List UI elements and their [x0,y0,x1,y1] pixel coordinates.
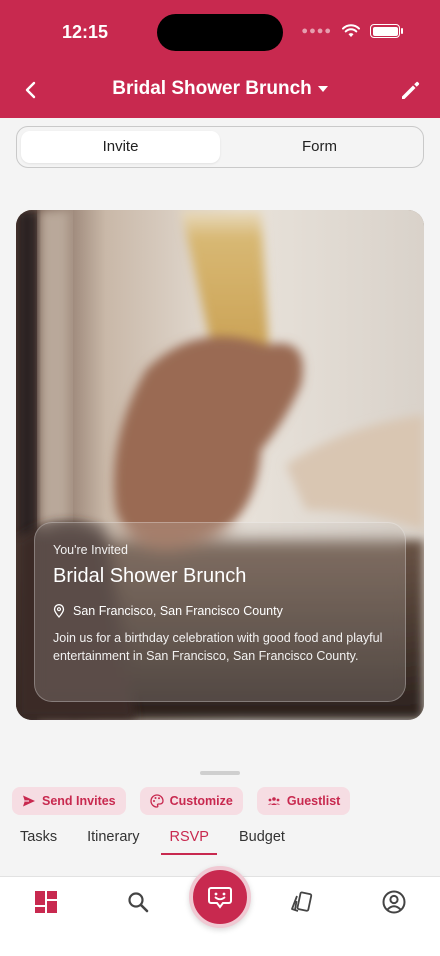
guestlist-label: Guestlist [286,794,341,808]
event-title-dropdown[interactable]: Bridal Shower Brunch [0,78,440,100]
guestlist-button[interactable]: Guestlist [256,787,351,815]
tab-rsvp[interactable]: RSVP [161,829,217,855]
signal-icon: ●●●● [301,25,332,37]
battery-icon [370,24,403,38]
dashboard-icon[interactable] [33,889,59,915]
search-icon[interactable] [125,889,151,915]
nav-bar: Bridal Shower Brunch [0,72,440,108]
invite-card[interactable]: You're Invited Bridal Shower Brunch San … [16,210,424,720]
wifi-icon [342,24,360,37]
dynamic-island [157,14,283,51]
invite-location: San Francisco, San Francisco County [53,604,387,618]
send-invites-label: Send Invites [42,794,116,808]
tab-itinerary[interactable]: Itinerary [87,829,139,853]
send-icon [23,795,35,807]
customize-label: Customize [169,794,233,808]
app-header: 12:15 ●●●● Bridal Shower Brunch [0,0,440,118]
segment-invite[interactable]: Invite [21,131,220,163]
invite-form-segmented: Invite Form [16,126,424,168]
location-pin-icon [53,604,65,618]
customize-button[interactable]: Customize [139,787,243,815]
event-tabs: Tasks Itinerary RSVP Budget [20,829,285,855]
segment-form[interactable]: Form [220,131,419,163]
page-title: Bridal Shower Brunch [112,78,312,99]
palette-icon [149,794,164,808]
status-time: 12:15 [62,22,109,42]
chevron-down-icon [317,85,328,92]
assistant-button[interactable] [189,866,251,928]
invite-description: Join us for a birthday celebration with … [53,631,383,663]
tab-budget[interactable]: Budget [239,829,285,853]
assistant-icon [208,887,232,909]
invite-title: Bridal Shower Brunch [53,565,247,587]
sheet-grabber[interactable] [200,771,240,775]
invite-eyebrow: You're Invited [53,543,128,557]
people-icon [267,797,281,805]
pencil-icon[interactable] [396,76,424,104]
status-indicators: ●●●● [301,24,403,38]
action-chips: Send Invites Customize Guestlist [12,787,351,815]
profile-icon[interactable] [381,889,407,915]
invite-details-panel: You're Invited Bridal Shower Brunch San … [34,522,406,702]
tab-tasks[interactable]: Tasks [20,829,57,853]
location-text: San Francisco, San Francisco County [73,604,283,618]
cards-icon[interactable] [288,889,314,915]
send-invites-button[interactable]: Send Invites [12,787,126,815]
